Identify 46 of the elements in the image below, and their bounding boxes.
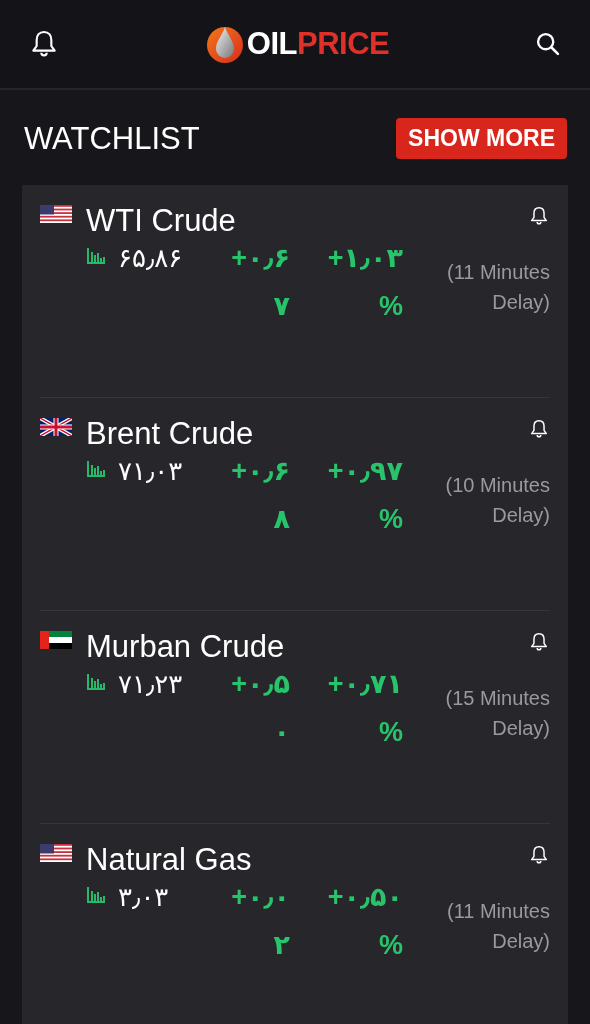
change-percent: % <box>379 717 403 747</box>
watchlist-title: WATCHLIST <box>24 120 200 157</box>
change-value: ۲ <box>273 930 290 960</box>
delay-note: (10 Minutes Delay) <box>444 473 550 528</box>
change-value: ۸ <box>273 504 290 534</box>
show-more-button[interactable]: SHOW MORE <box>396 118 567 159</box>
change-value: ۷ <box>273 291 290 321</box>
commodity-name[interactable]: WTI Crude <box>86 203 236 239</box>
change-value: +۰٫۵ <box>231 669 290 699</box>
change-value: ۰ <box>273 717 290 747</box>
chart-icon[interactable] <box>86 673 106 691</box>
price-value: ۳٫۰۳ <box>118 882 170 912</box>
commodity-name[interactable]: Murban Crude <box>86 629 285 665</box>
chart-icon[interactable] <box>86 460 106 478</box>
change-percent: +۱٫۰۳ <box>327 243 403 273</box>
logo-text: PRICE <box>296 26 390 61</box>
change-percent: +۰٫۵۰ <box>327 882 403 912</box>
change-percent: +۰٫۷۱ <box>327 669 403 699</box>
chart-icon[interactable] <box>86 886 106 904</box>
flag-icon <box>40 631 72 649</box>
oil-drop-logo-icon <box>204 24 245 64</box>
commodity-name[interactable]: Natural Gas <box>86 842 252 878</box>
chart-icon[interactable] <box>86 247 106 265</box>
delay-note: (11 Minutes Delay) <box>446 899 550 954</box>
delay-note: (15 Minutes Delay) <box>444 686 550 741</box>
price-value: ۷۱٫۲۳ <box>118 669 184 699</box>
change-value: +۰٫۶ <box>231 243 290 273</box>
change-value: +۰٫۶ <box>231 456 290 486</box>
search-icon[interactable] <box>534 30 562 58</box>
flag-icon <box>40 844 72 862</box>
alert-bell-icon[interactable] <box>528 205 550 227</box>
delay-note: (11 Minutes Delay) <box>446 260 550 315</box>
change-value: +۰٫۰ <box>231 882 290 912</box>
price-value: ۶۵٫۸۶ <box>118 243 184 273</box>
change-percent: % <box>379 291 403 321</box>
change-percent: % <box>379 504 403 534</box>
change-percent: +۰٫۹۷ <box>327 456 403 486</box>
logo-text: OIL <box>246 26 297 61</box>
commodity-name[interactable]: Brent Crude <box>86 416 254 452</box>
alert-bell-icon[interactable] <box>528 418 550 440</box>
alert-bell-icon[interactable] <box>528 631 550 653</box>
flag-icon <box>40 205 72 223</box>
flag-icon <box>40 418 72 436</box>
price-value: ۷۱٫۰۳ <box>118 456 184 486</box>
alert-bell-icon[interactable] <box>528 844 550 866</box>
change-percent: % <box>379 930 403 960</box>
